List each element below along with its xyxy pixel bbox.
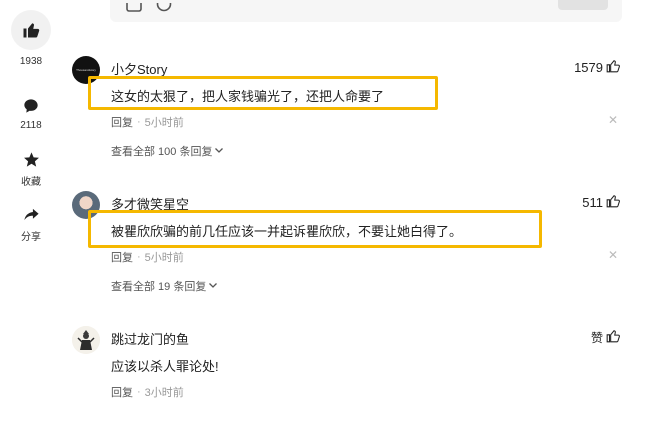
close-icon[interactable]: ✕ (608, 248, 618, 262)
share-label: 分享 (21, 232, 41, 243)
avatar[interactable] (72, 326, 100, 354)
chevron-down-icon (214, 145, 224, 158)
chevron-down-icon (208, 280, 218, 293)
warrior-figure-icon (72, 326, 100, 354)
reply-button[interactable]: 回复 (111, 114, 133, 130)
comment-time: 5小时前 (144, 117, 184, 129)
comment-username[interactable]: 跳过龙门的鱼 (111, 329, 189, 348)
view-all-label: 查看全部 19 条回复 (111, 281, 207, 293)
action-rail: 1938 2118 收藏 分享 (0, 0, 62, 423)
comment-action[interactable]: 2118 (11, 96, 51, 131)
avatar-logo-text: Thousandstory (76, 68, 96, 72)
emoji-icon[interactable] (156, 0, 172, 12)
view-all-label: 查看全部 100 条回复 (111, 146, 213, 158)
comment-text: 应该以杀人罪论处! (111, 359, 219, 374)
reply-button[interactable]: 回复 (111, 384, 133, 400)
comment-like-label: 赞 (590, 331, 603, 345)
comment-like-count: 511 (582, 195, 603, 210)
send-button[interactable] (558, 0, 608, 10)
favorite-label: 收藏 (21, 177, 41, 188)
favorite-action[interactable]: 收藏 (11, 149, 51, 188)
image-icon[interactable] (126, 0, 142, 12)
like-count: 1938 (19, 56, 43, 67)
thumbs-up-outline-icon (606, 329, 620, 346)
star-icon (21, 149, 41, 169)
comment-text: 这女的太狠了，把人家钱骗光了，还把人命要了 (111, 89, 385, 104)
share-arrow-icon (21, 204, 41, 224)
thumbs-up-outline-icon (606, 59, 620, 76)
comment-meta: 回复 · 5小时前 (111, 249, 184, 265)
comment-time: 3小时前 (144, 387, 184, 399)
thumbs-up-icon (21, 20, 41, 40)
separator-dot: · (137, 386, 141, 398)
close-icon[interactable]: ✕ (608, 113, 618, 127)
like-button[interactable] (11, 10, 51, 50)
comment-text: 被瞿欣欣骗的前几任应该一并起诉瞿欣欣，不要让她白得了。 (111, 224, 463, 239)
separator-dot: · (137, 251, 141, 263)
like-action[interactable]: 1938 (11, 10, 51, 67)
comment-bubble-icon (21, 96, 41, 116)
comment-meta: 回复 · 5小时前 (111, 114, 184, 130)
comment-like-button[interactable]: 511 (582, 194, 620, 211)
thumbs-up-outline-icon (606, 194, 620, 211)
comment-input-box[interactable] (110, 0, 622, 22)
comment-meta: 回复 · 3小时前 (111, 384, 184, 400)
view-all-replies[interactable]: 查看全部 100 条回复 (111, 143, 224, 159)
comment-like-count: 1579 (574, 60, 603, 75)
comment-like-button[interactable]: 1579 (574, 59, 620, 76)
share-action[interactable]: 分享 (11, 204, 51, 243)
comment-time: 5小时前 (144, 252, 184, 264)
view-all-replies[interactable]: 查看全部 19 条回复 (111, 278, 218, 294)
separator-dot: · (137, 116, 141, 128)
reply-button[interactable]: 回复 (111, 249, 133, 265)
comment-count: 2118 (20, 120, 42, 131)
comment-like-button[interactable]: 赞 (591, 329, 620, 346)
